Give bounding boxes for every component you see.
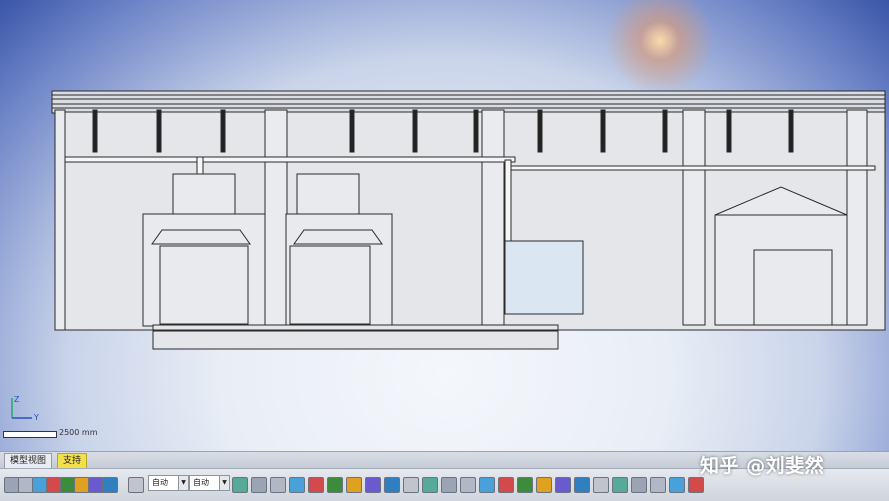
section-icon[interactable] — [308, 477, 324, 493]
cad-viewport[interactable] — [0, 0, 889, 445]
grid-icon[interactable] — [536, 477, 552, 493]
foundation-slab — [152, 324, 559, 350]
mesh-icon[interactable] — [102, 477, 118, 493]
view-top-icon[interactable] — [403, 477, 419, 493]
pan-icon[interactable] — [479, 477, 495, 493]
lights-icon[interactable] — [593, 477, 609, 493]
view-right-icon[interactable] — [384, 477, 400, 493]
bulb-icon[interactable] — [650, 477, 666, 493]
view-bottom-icon[interactable] — [422, 477, 438, 493]
svg-text:Y: Y — [33, 413, 39, 422]
check-icon[interactable] — [669, 477, 685, 493]
tab-support[interactable]: 支持 — [57, 453, 88, 469]
globe-icon[interactable] — [232, 477, 248, 493]
axis-triad: Z Y — [11, 395, 39, 422]
building-elevation-drawing — [51, 90, 886, 350]
zoom-fit-icon[interactable] — [460, 477, 476, 493]
watermark: 知乎 @刘斐然 — [700, 455, 825, 477]
view-back-icon[interactable] — [346, 477, 362, 493]
roof-truss — [51, 90, 886, 114]
tab-model-view[interactable]: 模型视图 — [4, 453, 53, 469]
frame-icon[interactable] — [631, 477, 647, 493]
hidden-line-icon[interactable] — [270, 477, 286, 493]
settings-icon[interactable] — [688, 477, 704, 493]
view-front-icon[interactable] — [327, 477, 343, 493]
chevron-down-icon: ▼ — [178, 476, 188, 490]
layers-icon[interactable] — [555, 477, 571, 493]
wireframe-icon[interactable] — [289, 477, 305, 493]
isometric-icon[interactable] — [441, 477, 457, 493]
scale-bar — [3, 431, 57, 438]
render-shaded-icon[interactable] — [251, 477, 267, 493]
axis-icon[interactable] — [128, 477, 144, 493]
svg-text:Z: Z — [14, 395, 20, 404]
rotate-icon[interactable] — [498, 477, 514, 493]
blue-panel — [504, 240, 584, 315]
globe-icon-2[interactable] — [612, 477, 628, 493]
display-mode-select-2[interactable]: 自动 ▼ — [189, 475, 230, 491]
color-icon[interactable] — [574, 477, 590, 493]
gable-door-structure — [714, 186, 848, 326]
select-value-2: 自动 — [193, 478, 209, 487]
display-mode-select-1[interactable]: 自动 ▼ — [148, 475, 189, 491]
measure-icon[interactable] — [517, 477, 533, 493]
select-value-1: 自动 — [152, 478, 168, 487]
view-left-icon[interactable] — [365, 477, 381, 493]
scale-label: 2500 mm — [59, 428, 98, 437]
chevron-down-icon: ▼ — [219, 476, 229, 490]
